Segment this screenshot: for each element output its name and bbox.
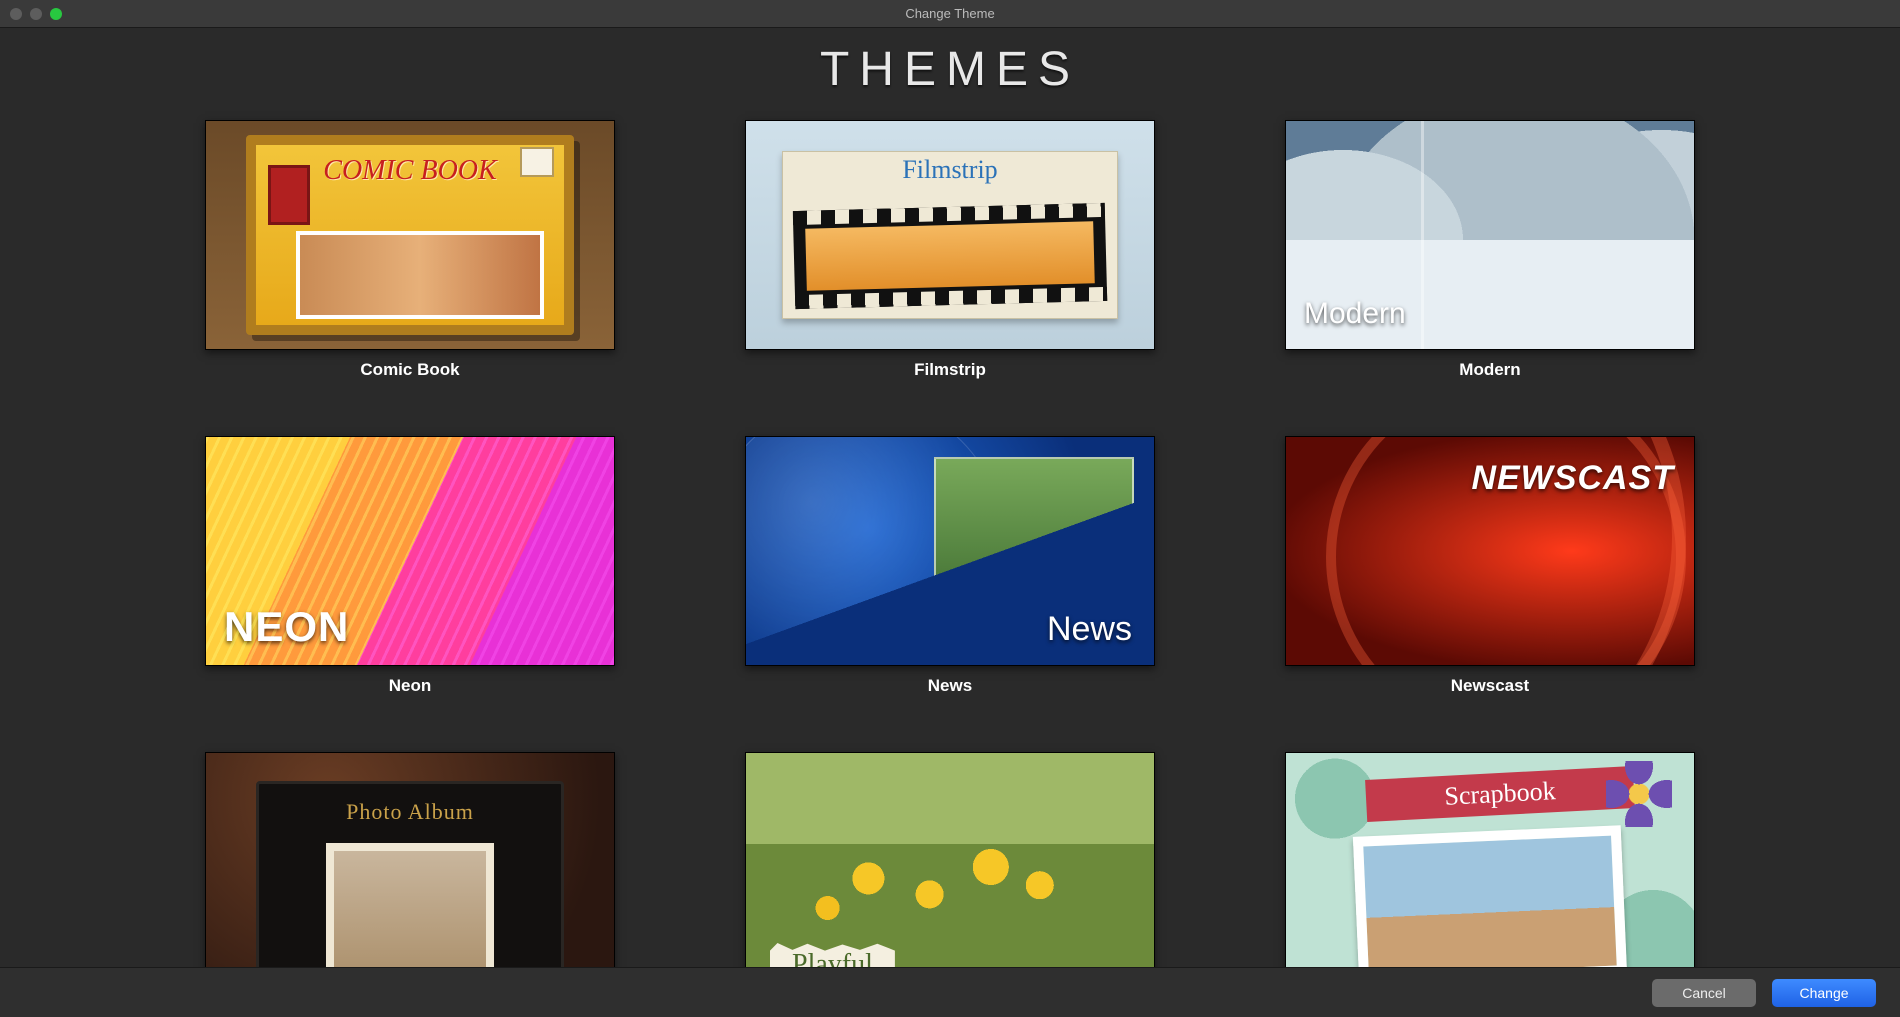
theme-news[interactable]: News News [745, 436, 1155, 696]
window-titlebar: Change Theme [0, 0, 1900, 28]
flower-icon [1612, 767, 1666, 821]
header: THEMES [0, 28, 1900, 105]
theme-thumbnail[interactable]: Filmstrip [745, 120, 1155, 350]
zoom-icon[interactable] [50, 8, 62, 20]
theme-comic-book[interactable]: COMIC BOOK Comic Book [205, 120, 615, 380]
theme-label: Modern [1459, 360, 1520, 380]
theme-filmstrip[interactable]: Filmstrip Filmstrip [745, 120, 1155, 380]
theme-playful[interactable]: Playful Playful [745, 752, 1155, 967]
theme-thumbnail[interactable]: News [745, 436, 1155, 666]
close-icon[interactable] [10, 8, 22, 20]
theme-photo-album[interactable]: Photo Album Photo Album [205, 752, 615, 967]
minimize-icon[interactable] [30, 8, 42, 20]
theme-overlay-label: COMIC BOOK [206, 157, 614, 185]
theme-label: Newscast [1451, 676, 1529, 696]
theme-overlay-label: Modern [1304, 297, 1406, 331]
theme-overlay-label: Photo Album [206, 799, 614, 825]
cancel-button[interactable]: Cancel [1652, 979, 1756, 1007]
window-controls [10, 8, 62, 20]
theme-overlay-label: News [1047, 610, 1132, 649]
change-button[interactable]: Change [1772, 979, 1876, 1007]
theme-thumbnail[interactable]: Modern [1285, 120, 1695, 350]
page-title: THEMES [0, 42, 1900, 97]
theme-grid-scroll[interactable]: COMIC BOOK Comic Book Filmstrip Filmstri… [0, 110, 1900, 967]
theme-thumbnail[interactable]: NEWSCAST [1285, 436, 1695, 666]
theme-grid: COMIC BOOK Comic Book Filmstrip Filmstri… [0, 110, 1900, 967]
theme-label: Neon [389, 676, 432, 696]
theme-scrapbook[interactable]: Scrapbook Scrapbook [1285, 752, 1695, 967]
theme-overlay-label: NEON [224, 603, 349, 651]
theme-thumbnail[interactable]: Photo Album [205, 752, 615, 967]
footer-bar: Cancel Change [0, 967, 1900, 1017]
theme-label: Filmstrip [914, 360, 986, 380]
theme-neon[interactable]: NEON Neon [205, 436, 615, 696]
theme-label: Comic Book [360, 360, 459, 380]
theme-overlay-label: NEWSCAST [1471, 459, 1674, 498]
window-title: Change Theme [0, 6, 1900, 21]
theme-thumbnail[interactable]: COMIC BOOK [205, 120, 615, 350]
theme-thumbnail[interactable]: Scrapbook [1285, 752, 1695, 967]
theme-modern[interactable]: Modern Modern [1285, 120, 1695, 380]
theme-newscast[interactable]: NEWSCAST Newscast [1285, 436, 1695, 696]
theme-label: News [928, 676, 972, 696]
theme-thumbnail[interactable]: NEON [205, 436, 615, 666]
theme-overlay-label: Filmstrip [746, 155, 1154, 185]
theme-thumbnail[interactable]: Playful [745, 752, 1155, 967]
